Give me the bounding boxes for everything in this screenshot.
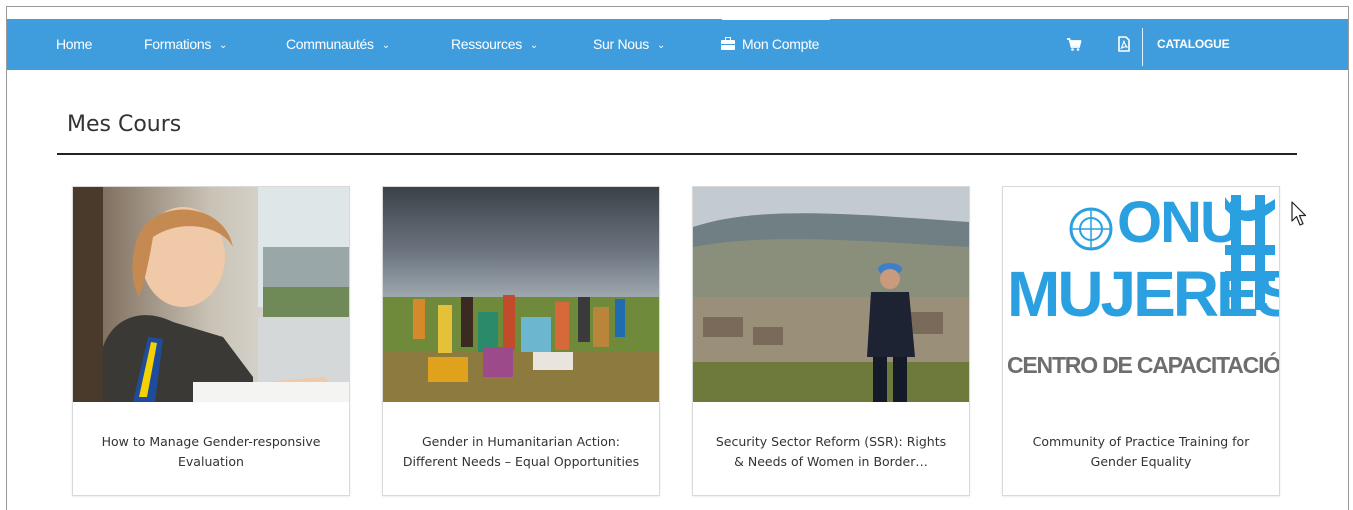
people-gathering-field-photo xyxy=(383,187,659,402)
chevron-down-icon: ⌄ xyxy=(219,40,228,51)
chevron-down-icon: ⌄ xyxy=(656,40,666,51)
un-officer-landscape-photo xyxy=(693,187,969,402)
pdf-icon[interactable] xyxy=(1115,35,1133,53)
nav-formations[interactable]: Formations ⌄ xyxy=(144,19,227,70)
course-title[interactable]: Security Sector Reform (SSR): Rights & N… xyxy=(711,432,951,472)
nav-home[interactable]: Home xyxy=(56,19,92,70)
course-card[interactable]: How to Manage Gender-responsive Evaluati… xyxy=(72,186,350,496)
nav-sur-nous[interactable]: Sur Nous ⌄ xyxy=(593,19,665,70)
course-title[interactable]: Community of Practice Training for Gende… xyxy=(1021,432,1261,472)
logo-centro-text: CENTRO DE CAPACITACIÓN xyxy=(1007,352,1279,378)
chevron-down-icon: ⌄ xyxy=(529,40,539,51)
mouse-pointer-icon xyxy=(1291,201,1307,226)
course-title[interactable]: How to Manage Gender-responsive Evaluati… xyxy=(91,432,331,472)
page-title: Mes Cours xyxy=(67,112,182,137)
nav-communautes[interactable]: Communautés ⌄ xyxy=(286,19,390,70)
logo-mujeres-text: MUJERES xyxy=(1007,258,1279,330)
catalogue-link[interactable]: CATALOGUE xyxy=(1157,19,1230,70)
course-card[interactable]: Gender in Humanitarian Action: Different… xyxy=(382,186,660,496)
title-divider xyxy=(57,153,1297,155)
course-title[interactable]: Gender in Humanitarian Action: Different… xyxy=(401,432,641,472)
top-navbar: Home Formations ⌄ Communautés ⌄ Ressources… xyxy=(7,19,1348,70)
logo-onu-text: ONU xyxy=(1117,190,1242,255)
briefcase-icon xyxy=(721,37,735,50)
nav-divider xyxy=(1142,28,1143,66)
onu-mujeres-logo: ONU MUJERES CENTRO DE CAPACITACIÓN xyxy=(1003,187,1279,402)
course-card[interactable]: ONU MUJERES CENTRO DE CAPACITACIÓN Commu… xyxy=(1002,186,1280,496)
cart-icon[interactable] xyxy=(1065,35,1083,53)
course-card[interactable]: Security Sector Reform (SSR): Rights & N… xyxy=(692,186,970,496)
active-tab-indicator xyxy=(722,17,830,20)
nav-ressources[interactable]: Ressources ⌄ xyxy=(451,19,538,70)
woman-reading-photo xyxy=(73,187,349,402)
chevron-down-icon: ⌄ xyxy=(381,40,390,51)
nav-mon-compte[interactable]: Mon Compte xyxy=(721,19,819,70)
